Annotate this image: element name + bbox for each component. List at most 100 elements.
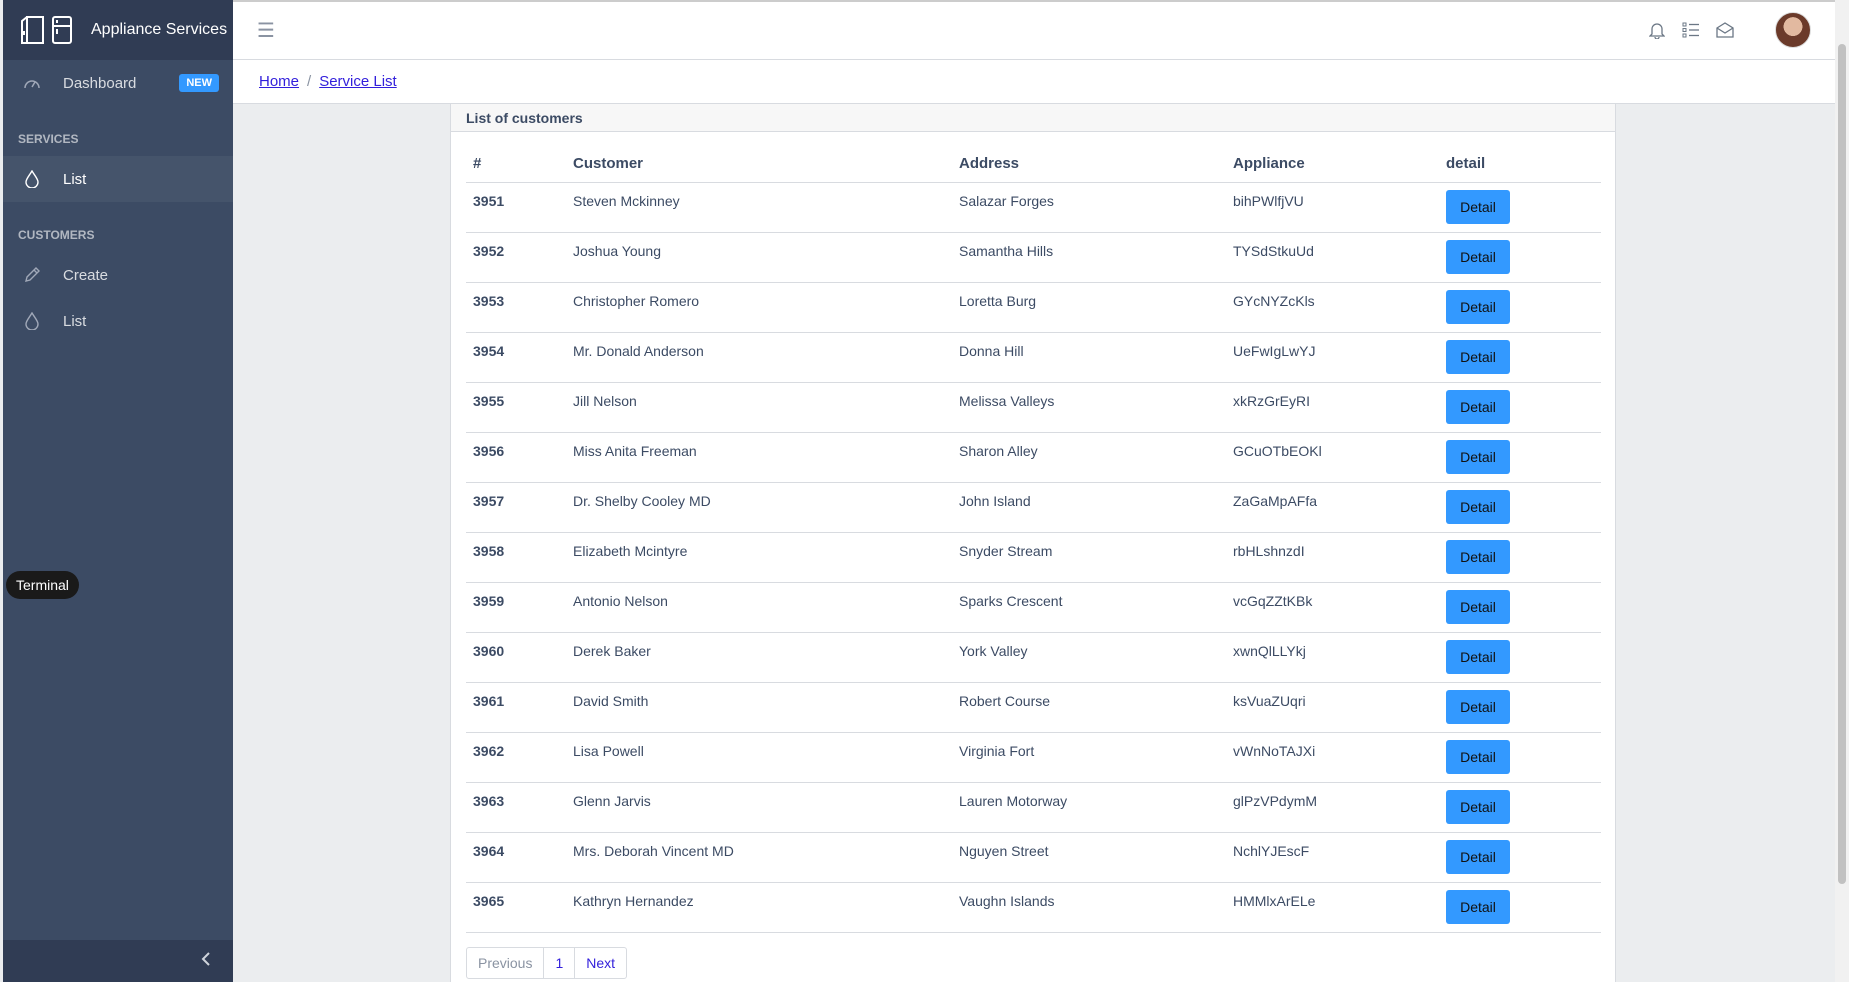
row-detail-cell: Detail (1439, 482, 1601, 533)
detail-button[interactable]: Detail (1446, 589, 1510, 624)
sidebar-item-customers-list[interactable]: List (3, 298, 233, 344)
row-address: Salazar Forges (952, 182, 1226, 233)
card-title: List of customers (451, 104, 1615, 132)
pagination-next-button[interactable]: Next (575, 948, 626, 978)
scrollbar-thumb[interactable] (1838, 44, 1846, 884)
sidebar-item-customers-create[interactable]: Create (3, 252, 233, 298)
row-id: 3953 (466, 282, 566, 333)
pagination-previous-button[interactable]: Previous (467, 947, 545, 978)
column-header-id: # (466, 146, 566, 183)
row-address: Nguyen Street (952, 832, 1226, 883)
row-id: 3965 (466, 882, 566, 933)
row-customer: Mrs. Deborah Vincent MD (566, 832, 952, 883)
detail-button[interactable]: Detail (1446, 689, 1510, 724)
row-address: John Island (952, 482, 1226, 533)
row-appliance: GCuOTbEOKl (1226, 432, 1439, 483)
detail-button[interactable]: Detail (1446, 639, 1510, 674)
bell-icon[interactable] (1647, 20, 1667, 40)
header: ☰ (233, 0, 1835, 60)
row-address: Robert Course (952, 682, 1226, 733)
sidebar-item-services-list[interactable]: List (3, 156, 233, 202)
row-address: York Valley (952, 632, 1226, 683)
customers-card: List of customers # Customer Address App… (450, 104, 1616, 982)
sidebar-item-label: List (63, 312, 87, 330)
new-badge: NEW (179, 74, 219, 92)
fridge-logo-icon (21, 15, 73, 45)
sidebar-item-dashboard[interactable]: Dashboard NEW (3, 60, 233, 106)
row-customer: Kathryn Hernandez (566, 882, 952, 933)
brand-title: Appliance Services (91, 21, 228, 38)
table-row: 3964 Mrs. Deborah Vincent MD Nguyen Street… (466, 832, 1601, 883)
row-id: 3954 (466, 332, 566, 383)
detail-button[interactable]: Detail (1446, 539, 1510, 574)
row-customer: David Smith (566, 682, 952, 733)
detail-button[interactable]: Detail (1446, 789, 1510, 824)
row-id: 3963 (466, 782, 566, 833)
detail-button[interactable]: Detail (1446, 839, 1510, 874)
detail-button[interactable]: Detail (1446, 339, 1510, 374)
sidebar-minimize-button[interactable] (3, 940, 233, 982)
row-detail-cell: Detail (1439, 432, 1601, 483)
envelope-open-icon[interactable] (1715, 20, 1735, 40)
detail-button[interactable]: Detail (1446, 739, 1510, 774)
row-detail-cell: Detail (1439, 782, 1601, 833)
table-header-row: # Customer Address Appliance detail (466, 146, 1601, 183)
breadcrumb-current-link[interactable]: Service List (319, 73, 397, 90)
column-header-appliance: Appliance (1226, 146, 1439, 183)
column-header-customer: Customer (566, 146, 952, 183)
row-customer: Jill Nelson (566, 382, 952, 433)
table-row: 3962 Lisa Powell Virginia Fort vWnNoTAJXi De… (466, 732, 1601, 783)
table-row: 3955 Jill Nelson Melissa Valleys xkRzGrEyRI… (466, 382, 1601, 433)
row-address: Sharon Alley (952, 432, 1226, 483)
table-row: 3958 Elizabeth Mcintyre Snyder Stream rbHLs… (466, 532, 1601, 583)
row-id: 3961 (466, 682, 566, 733)
detail-button[interactable]: Detail (1446, 439, 1510, 474)
breadcrumb-home-link[interactable]: Home (259, 73, 299, 90)
sidebar-item-label: Create (63, 266, 109, 284)
row-detail-cell: Detail (1439, 182, 1601, 233)
row-appliance: GYcNYZcKls (1226, 282, 1439, 333)
terminal-tooltip: Terminal (6, 571, 79, 599)
brand[interactable]: Appliance Services (3, 0, 233, 60)
row-appliance: bihPWlfjVU (1226, 182, 1439, 233)
table-row: 3953 Christopher Romero Loretta Burg GYcNYZ… (466, 282, 1601, 333)
row-address: Loretta Burg (952, 282, 1226, 333)
row-id: 3956 (466, 432, 566, 483)
row-id: 3964 (466, 832, 566, 883)
row-customer: Derek Baker (566, 632, 952, 683)
table-row: 3963 Glenn Jarvis Lauren Motorway glPzVPdym… (466, 782, 1601, 833)
row-detail-cell: Detail (1439, 832, 1601, 883)
detail-button[interactable]: Detail (1446, 889, 1510, 924)
row-customer: Christopher Romero (566, 282, 952, 333)
row-detail-cell: Detail (1439, 532, 1601, 583)
row-detail-cell: Detail (1439, 882, 1601, 933)
table-row: 3960 Derek Baker York Valley xwnQlLLYkj Deta… (466, 632, 1601, 683)
sidebar-item-label: List (63, 170, 87, 188)
table-row: 3951 Steven Mckinney Salazar Forges bihPWlf… (466, 182, 1601, 233)
row-customer: Antonio Nelson (566, 582, 952, 633)
detail-button[interactable]: Detail (1446, 189, 1510, 224)
row-address: Samantha Hills (952, 232, 1226, 283)
user-avatar[interactable] (1775, 12, 1811, 48)
detail-button[interactable]: Detail (1446, 489, 1510, 524)
row-appliance: vcGqZZtKBk (1226, 582, 1439, 633)
row-appliance: TYSdStkuUd (1226, 232, 1439, 283)
task-list-icon[interactable] (1681, 20, 1701, 40)
detail-button[interactable]: Detail (1446, 389, 1510, 424)
page-scrollbar[interactable] (1835, 0, 1849, 982)
row-customer: Miss Anita Freeman (566, 432, 952, 483)
detail-button[interactable]: Detail (1446, 289, 1510, 324)
hamburger-menu-icon[interactable]: ☰ (257, 18, 275, 43)
row-id: 3960 (466, 632, 566, 683)
pagination-page-1[interactable]: 1 (544, 947, 576, 978)
row-address: Snyder Stream (952, 532, 1226, 583)
table-row: 3954 Mr. Donald Anderson Donna Hill UeFwIgL… (466, 332, 1601, 383)
detail-button[interactable]: Detail (1446, 239, 1510, 274)
speedometer-icon (21, 72, 43, 94)
sidebar-item-label: Dashboard (63, 74, 137, 92)
column-header-address: Address (952, 146, 1226, 183)
breadcrumb: Home / Service List (233, 60, 1835, 104)
nav-title-customers: CUSTOMERS (18, 228, 95, 242)
row-appliance: ksVuaZUqri (1226, 682, 1439, 733)
row-detail-cell: Detail (1439, 382, 1601, 433)
